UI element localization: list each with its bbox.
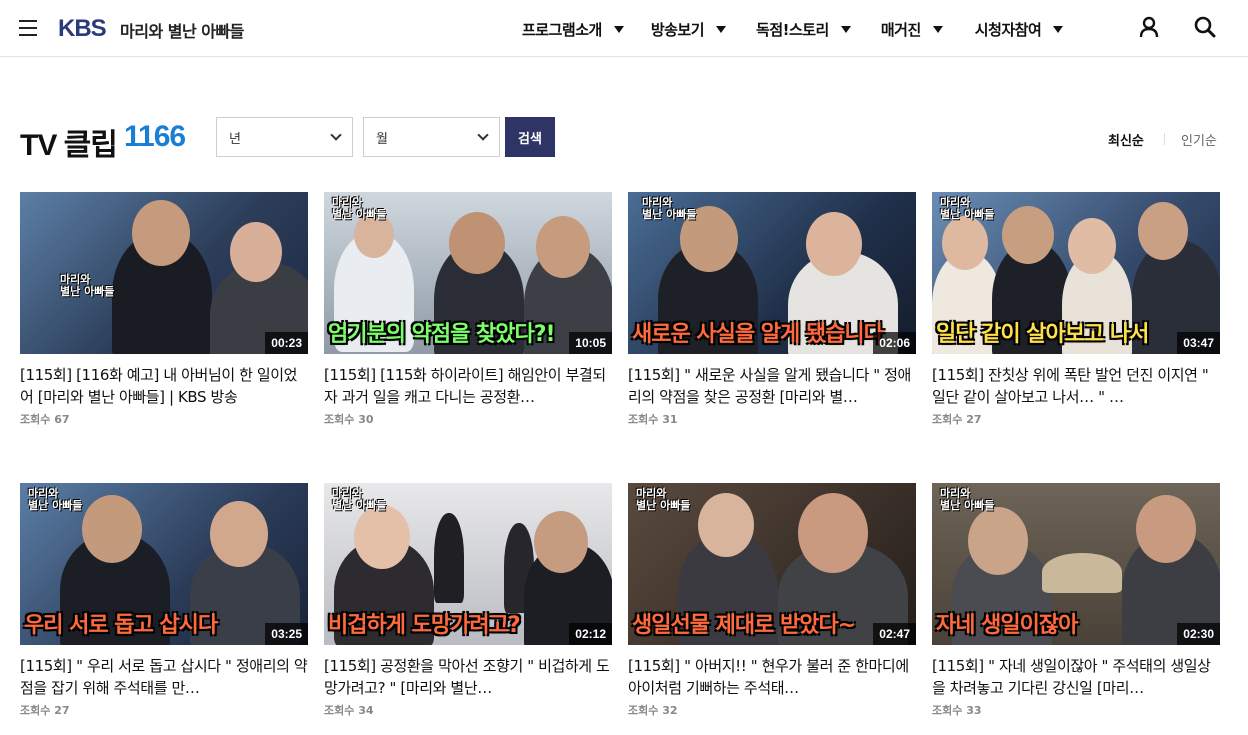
clip-title[interactable]: [115회] " 자네 생일이잖아 " 주석태의 생일상을 차려놓고 기다린 강…	[932, 655, 1220, 699]
view-count: 조회수 31	[628, 413, 678, 426]
chevron-down-icon	[330, 129, 342, 141]
clip-caption: 새로운 사실을 알게 됐습니다	[632, 322, 884, 347]
duration-badge: 02:12	[569, 623, 612, 645]
clip-card[interactable]: 마리와 별난 아빠들 엄기분의 약점을 찾았다?! 10:05 [115회] [1…	[324, 192, 612, 427]
duration-badge: 02:06	[873, 332, 916, 354]
year-select[interactable]: 년	[216, 117, 353, 157]
sort-popular[interactable]: 인기순	[1181, 130, 1217, 149]
clip-thumbnail[interactable]: 마리와 별난 아빠들 엄기분의 약점을 찾았다?! 10:05	[324, 192, 612, 354]
month-select[interactable]: 월	[363, 117, 500, 157]
chevron-down-icon	[932, 26, 943, 33]
duration-badge: 00:23	[265, 332, 308, 354]
clip-caption: 일단 같이 살아보고 나서	[936, 322, 1149, 347]
clip-caption: 비겁하게 도망가려고?	[328, 613, 521, 638]
view-count: 조회수 34	[324, 704, 374, 717]
nav-item-watch[interactable]: 방송보기	[651, 19, 727, 40]
clip-thumbnail[interactable]: 마리와 별난 아빠들 일단 같이 살아보고 나서 03:47	[932, 192, 1220, 354]
user-icon[interactable]	[1139, 16, 1159, 38]
clip-caption: 엄기분의 약점을 찾았다?!	[328, 322, 556, 347]
clip-card[interactable]: 마리와 별난 아빠들 일단 같이 살아보고 나서 03:47 [115회] 잔칫상…	[932, 192, 1220, 427]
clip-thumbnail[interactable]: 마리와 별난 아빠들 자네 생일이잖아 02:30	[932, 483, 1220, 645]
nav-item-exclusive-story[interactable]: 독점!스토리	[756, 19, 851, 40]
chevron-down-icon	[716, 26, 727, 33]
clip-caption: 생일선물 제대로 받았다~	[632, 613, 856, 638]
clip-title[interactable]: [115회] [115화 하이라이트] 해임안이 부결되자 과거 일을 캐고 다…	[324, 364, 612, 408]
program-title[interactable]: 마리와 별난 아빠들	[120, 18, 244, 42]
clip-card[interactable]: 마리와 별난 아빠들 생일선물 제대로 받았다~ 02:47 [115회] " 아…	[628, 483, 916, 718]
clip-title[interactable]: [115회] 공정환을 막아선 조향기 " 비겁하게 도망가려고? " [마리와…	[324, 655, 612, 699]
clip-thumbnail[interactable]: 마리와 별난 아빠들 새로운 사실을 알게 됐습니다 02:06	[628, 192, 916, 354]
show-logo: 마리와 별난 아빠들	[28, 487, 83, 512]
clip-caption: 자네 생일이잖아	[936, 613, 1078, 638]
duration-badge: 03:25	[265, 623, 308, 645]
clip-title[interactable]: [115회] 잔칫상 위에 폭탄 발언 던진 이지연 " 일단 같이 살아보고 …	[932, 364, 1220, 408]
clip-thumbnail[interactable]: 마리와 별난 아빠들 생일선물 제대로 받았다~ 02:47	[628, 483, 916, 645]
kbs-logo[interactable]: KBS	[58, 15, 107, 43]
view-count: 조회수 27	[20, 704, 70, 717]
view-count: 조회수 30	[324, 413, 374, 426]
clip-card[interactable]: 마리와 별난 아빠들 자네 생일이잖아 02:30 [115회] " 자네 생일이…	[932, 483, 1220, 718]
view-count: 조회수 32	[628, 704, 678, 717]
chevron-down-icon	[613, 26, 624, 33]
view-count: 조회수 27	[932, 413, 982, 426]
sort-latest[interactable]: 최신순	[1108, 130, 1144, 149]
clip-title[interactable]: [115회] [116화 예고] 내 아버님이 한 일이었어 [마리와 별난 아…	[20, 364, 308, 408]
chevron-down-icon	[477, 129, 489, 141]
show-logo: 마리와 별난 아빠들	[332, 196, 387, 221]
clip-thumbnail[interactable]: 마리와 별난 아빠들 비겁하게 도망가려고? 02:12	[324, 483, 612, 645]
menu-icon[interactable]	[19, 20, 37, 36]
clip-card[interactable]: 마리와 별난 아빠들 새로운 사실을 알게 됐습니다 02:06 [115회] "…	[628, 192, 916, 427]
chevron-down-icon	[840, 26, 851, 33]
clip-thumbnail[interactable]: 마리와 별난 아빠들 00:23	[20, 192, 308, 354]
clip-card[interactable]: 마리와 별난 아빠들 00:23 [115회] [116화 예고] 내 아버님이 …	[20, 192, 308, 427]
show-logo: 마리와 별난 아빠들	[332, 487, 387, 512]
view-count: 조회수 33	[932, 704, 982, 717]
search-icon[interactable]	[1194, 16, 1216, 38]
nav-item-magazine[interactable]: 매거진	[881, 19, 943, 40]
clip-title[interactable]: [115회] " 새로운 사실을 알게 됐습니다 " 정애리의 약점을 찾은 공…	[628, 364, 916, 408]
show-logo: 마리와 별난 아빠들	[940, 196, 995, 221]
view-count: 조회수 67	[20, 413, 70, 426]
search-button[interactable]: 검색	[505, 117, 555, 157]
clip-card[interactable]: 마리와 별난 아빠들 우리 서로 돕고 삽시다 03:25 [115회] " 우리…	[20, 483, 308, 718]
nav-item-viewer-participation[interactable]: 시청자참여	[975, 19, 1064, 40]
site-header: KBS 마리와 별난 아빠들 프로그램소개 방송보기 독점!스토리 매거진 시청…	[0, 0, 1248, 57]
clip-count: 1166	[124, 120, 186, 153]
clip-title[interactable]: [115회] " 우리 서로 돕고 삽시다 " 정애리의 약점을 잡기 위해 주…	[20, 655, 308, 699]
duration-badge: 03:47	[1177, 332, 1220, 354]
main-nav: 프로그램소개 방송보기 독점!스토리 매거진 시청자참여	[522, 19, 1064, 40]
clip-card[interactable]: 마리와 별난 아빠들 비겁하게 도망가려고? 02:12 [115회] 공정환을 …	[324, 483, 612, 718]
page-title: TV 클립	[20, 129, 118, 162]
chevron-down-icon	[1053, 26, 1064, 33]
nav-item-program-intro[interactable]: 프로그램소개	[522, 19, 624, 40]
clip-thumbnail[interactable]: 마리와 별난 아빠들 우리 서로 돕고 삽시다 03:25	[20, 483, 308, 645]
duration-badge: 10:05	[569, 332, 612, 354]
clip-caption: 우리 서로 돕고 삽시다	[24, 613, 218, 638]
duration-badge: 02:47	[873, 623, 916, 645]
show-logo: 마리와 별난 아빠들	[636, 487, 691, 512]
divider	[1164, 133, 1165, 145]
show-logo: 마리와 별난 아빠들	[60, 273, 115, 298]
show-logo: 마리와 별난 아빠들	[940, 487, 995, 512]
clip-title[interactable]: [115회] " 아버지!! " 현우가 불러 준 한마디에 아이처럼 기뻐하는…	[628, 655, 916, 699]
show-logo: 마리와 별난 아빠들	[642, 196, 697, 221]
duration-badge: 02:30	[1177, 623, 1220, 645]
